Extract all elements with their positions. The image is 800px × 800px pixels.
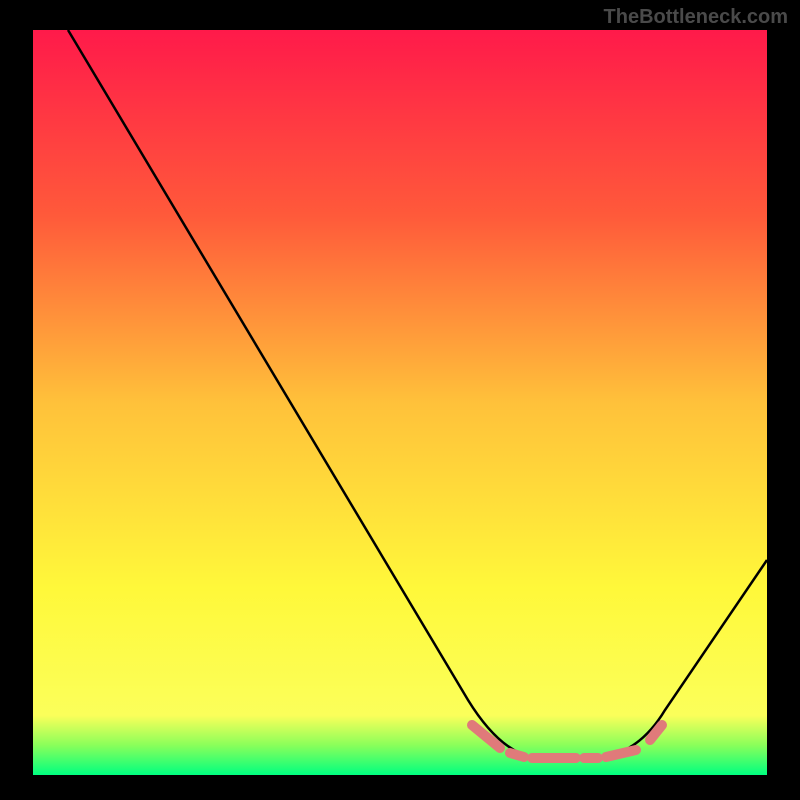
plot-background (33, 30, 767, 775)
watermark-text: TheBottleneck.com (604, 6, 788, 29)
chart-svg (0, 0, 800, 800)
